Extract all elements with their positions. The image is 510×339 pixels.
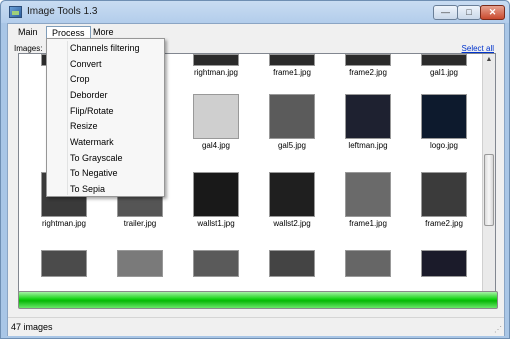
vertical-scrollbar[interactable]: ▲ ▼: [482, 54, 495, 302]
thumbnail[interactable]: gal5.jpg: [269, 94, 315, 150]
process-menu-dropdown: Channels filtering Convert Crop Deborder…: [46, 38, 165, 197]
thumbnail-image: [269, 172, 315, 217]
thumbnail-image: [193, 250, 239, 277]
thumbnail-image: [117, 250, 163, 277]
thumbnail[interactable]: leftman.jpg: [345, 94, 391, 150]
thumbnail[interactable]: [193, 250, 239, 277]
menu-item-to-sepia[interactable]: To Sepia: [70, 182, 105, 196]
thumbnail-image: [345, 54, 391, 66]
thumbnail-image: [269, 94, 315, 139]
thumbnail[interactable]: frame1.jpg: [269, 54, 315, 77]
thumbnail[interactable]: frame2.jpg: [421, 172, 467, 228]
thumbnail-image: [193, 54, 239, 66]
thumbnail-caption: gal1.jpg: [429, 68, 459, 77]
menu-item-crop[interactable]: Crop: [70, 72, 90, 86]
thumbnail-image: [421, 250, 467, 277]
thumbnail[interactable]: [421, 250, 467, 277]
menu-item-convert[interactable]: Convert: [70, 57, 102, 71]
menu-main[interactable]: Main: [13, 26, 43, 40]
thumbnail-caption: wallst2.jpg: [273, 219, 311, 228]
menu-item-to-grayscale[interactable]: To Grayscale: [70, 151, 123, 165]
window-title: Image Tools 1.3: [27, 6, 98, 17]
thumbnail[interactable]: [41, 250, 87, 277]
thumbnail-caption: frame2.jpg: [425, 219, 463, 228]
thumbnail-caption: leftman.jpg: [348, 141, 388, 150]
thumbnail-image: [421, 94, 467, 139]
thumbnail-image: [421, 172, 467, 217]
thumbnail[interactable]: wallst1.jpg: [193, 172, 239, 228]
thumbnail-image: [269, 250, 315, 277]
thumbnail[interactable]: [269, 250, 315, 277]
menu-item-deborder[interactable]: Deborder: [70, 88, 108, 102]
thumbnail-caption: wallst1.jpg: [197, 219, 235, 228]
thumbnail-caption: logo.jpg: [429, 141, 459, 150]
image-count: 47 images: [11, 322, 53, 332]
thumbnail-image: [345, 172, 391, 217]
thumbnail-caption: rightman.jpg: [193, 68, 239, 77]
thumbnail-caption: frame1.jpg: [273, 68, 311, 77]
thumbnail-caption: gal5.jpg: [277, 141, 307, 150]
thumbnail[interactable]: rightman.jpg: [193, 54, 239, 77]
progress-bar: [18, 291, 498, 309]
thumbnail[interactable]: frame2.jpg: [345, 54, 391, 77]
title-bar[interactable]: Image Tools 1.3 — □ ✕: [1, 1, 509, 23]
close-button[interactable]: ✕: [480, 5, 505, 20]
scroll-up-arrow-icon[interactable]: ▲: [483, 54, 495, 66]
resize-grip-icon[interactable]: ⋰: [494, 325, 502, 334]
thumbnail-image: [345, 250, 391, 277]
thumbnail-image: [193, 172, 239, 217]
menu-gutter: [67, 41, 68, 195]
menu-item-resize[interactable]: Resize: [70, 119, 98, 133]
thumbnail[interactable]: frame1.jpg: [345, 172, 391, 228]
thumbnail-image: [269, 54, 315, 66]
thumbnail-image: [421, 54, 467, 66]
menu-item-to-negative[interactable]: To Negative: [70, 166, 118, 180]
thumbnail[interactable]: [345, 250, 391, 277]
thumbnail-caption: trailer.jpg: [123, 219, 157, 228]
app-image-icon: [9, 6, 22, 18]
thumbnail[interactable]: wallst2.jpg: [269, 172, 315, 228]
thumbnail-image: [193, 94, 239, 139]
thumbnail-image: [41, 250, 87, 277]
thumbnail-caption: frame2.jpg: [349, 68, 387, 77]
minimize-button[interactable]: —: [433, 5, 458, 20]
scroll-thumb[interactable]: [484, 154, 494, 226]
thumbnail-image: [345, 94, 391, 139]
menu-item-channels-filtering[interactable]: Channels filtering: [70, 41, 140, 55]
thumbnail-caption: rightman.jpg: [41, 219, 87, 228]
images-label: Images:: [14, 44, 43, 53]
status-bar: 47 images ⋰: [8, 317, 504, 336]
thumbnail[interactable]: gal4.jpg: [193, 94, 239, 150]
thumbnail[interactable]: [117, 250, 163, 277]
thumbnail-caption: gal4.jpg: [201, 141, 231, 150]
maximize-button[interactable]: □: [457, 5, 481, 20]
app-window: Image Tools 1.3 — □ ✕ Main Process More …: [0, 0, 510, 339]
menu-item-watermark[interactable]: Watermark: [70, 135, 114, 149]
thumbnail-caption: frame1.jpg: [349, 219, 387, 228]
thumbnail[interactable]: logo.jpg: [421, 94, 467, 150]
thumbnail[interactable]: gal1.jpg: [421, 54, 467, 77]
select-all-link[interactable]: Select all: [462, 44, 494, 53]
menu-item-flip-rotate[interactable]: Flip/Rotate: [70, 104, 114, 118]
